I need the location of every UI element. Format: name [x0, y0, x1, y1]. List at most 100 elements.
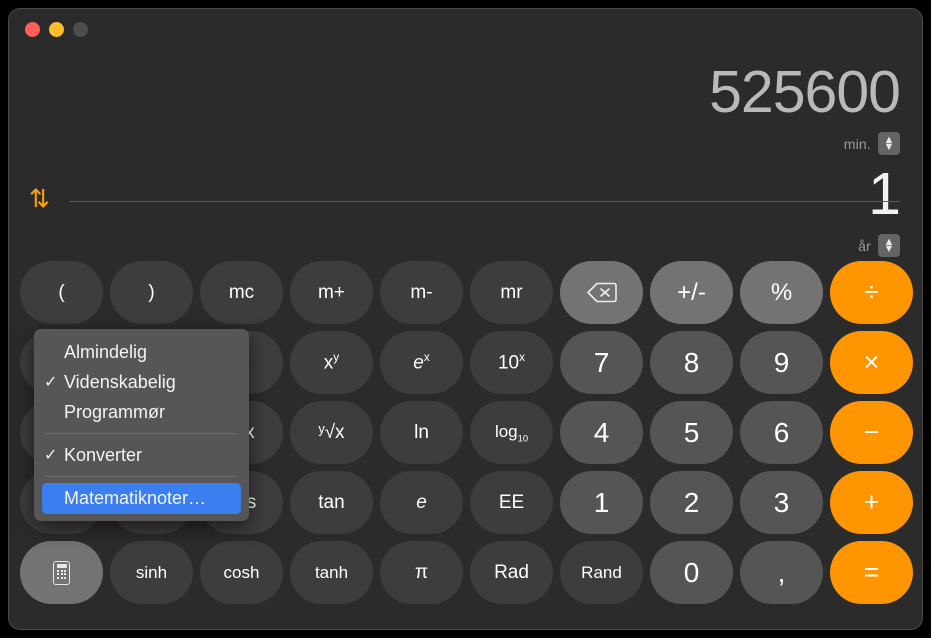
key-tan[interactable]: tan	[290, 471, 373, 534]
menu-item-konverter[interactable]: ✓ Konverter	[34, 440, 249, 470]
key-8[interactable]: 8	[650, 331, 733, 394]
from-unit-label: min.	[843, 135, 871, 152]
key-calculator[interactable]	[20, 541, 103, 604]
key-label: 2	[683, 486, 700, 518]
key-tanh[interactable]: tanh	[290, 541, 373, 604]
to-unit-label: år	[858, 237, 871, 254]
menu-item-label: Videnskabelig	[64, 371, 176, 392]
key-rad[interactable]: Rad	[470, 541, 553, 604]
checkmark-icon: ✓	[44, 447, 58, 464]
key-ee[interactable]: EE	[470, 471, 553, 534]
key-label: Rand	[581, 562, 622, 582]
key-label: +	[863, 487, 880, 517]
key-4[interactable]: 4	[560, 401, 643, 464]
key-pi[interactable]: π	[380, 541, 463, 604]
key-divide[interactable]: ÷	[830, 261, 913, 324]
zoom-button[interactable]	[73, 22, 88, 37]
keypad-row-5: sinh cosh tanh π Rad Rand 0, =	[20, 541, 913, 604]
key-mc[interactable]: mc	[200, 261, 283, 324]
key-label: 4	[593, 416, 610, 448]
key-label: m+	[318, 281, 345, 303]
view-mode-menu[interactable]: Almindelig ✓ Videnskabelig Programmør ✓ Konve…	[34, 329, 249, 521]
key-9[interactable]: 9	[740, 331, 823, 394]
menu-separator	[46, 433, 237, 434]
menu-separator	[46, 476, 237, 477]
key-label: cosh	[223, 562, 260, 582]
key-label: ÷	[864, 277, 879, 307]
swap-row: ⇅	[9, 185, 922, 213]
key-label: ln	[414, 421, 429, 443]
key-yrootx[interactable]: ʸ√x	[290, 401, 373, 464]
key-label: Rad	[494, 561, 529, 583]
key-%[interactable]: %	[740, 261, 823, 324]
key-label: )	[148, 281, 155, 303]
key-e-pow-x[interactable]: ex	[380, 331, 463, 394]
key-log10[interactable]: log10	[470, 401, 553, 464]
to-unit-row: år ▲ ▼	[858, 234, 900, 257]
stepper-down-icon: ▼	[883, 242, 895, 255]
key-label: ex	[413, 350, 430, 374]
key-2[interactable]: 2	[650, 471, 733, 534]
key-label: m-	[410, 281, 433, 303]
key-label: e	[416, 491, 427, 513]
from-unit-stepper[interactable]: ▲ ▼	[878, 132, 900, 155]
key-cosh[interactable]: cosh	[200, 541, 283, 604]
key-label: ,	[777, 556, 786, 588]
menu-item-label: Konverter	[64, 444, 143, 465]
key-10-pow-x[interactable]: 10x	[470, 331, 553, 394]
key-,[interactable]: ,	[740, 541, 823, 604]
key-minus[interactable]: −	[830, 401, 913, 464]
key-backspace[interactable]	[560, 261, 643, 324]
key-label: xy	[323, 350, 340, 374]
calculator-window: 525600 min. ▲ ▼ 1 år ▲ ▼ ⇅ () mc m+ m- …	[8, 8, 923, 630]
key-label: sinh	[135, 562, 168, 582]
key-sinh[interactable]: sinh	[110, 541, 193, 604]
key-label: tan	[318, 491, 345, 513]
key-label: 0	[683, 556, 700, 588]
checkmark-icon: ✓	[44, 374, 58, 391]
to-unit-stepper[interactable]: ▲ ▼	[878, 234, 900, 257]
key-multiply[interactable]: ×	[830, 331, 913, 394]
key-0[interactable]: 0	[650, 541, 733, 604]
key-6[interactable]: 6	[740, 401, 823, 464]
from-unit-row: min. ▲ ▼	[709, 132, 900, 155]
key-label: +/-	[677, 278, 706, 306]
key-label: ×	[863, 347, 880, 377]
menu-item-programm-r[interactable]: Programmør	[34, 397, 249, 427]
key-=[interactable]: =	[830, 541, 913, 604]
key-+--[interactable]: +/-	[650, 261, 733, 324]
key-m+[interactable]: m+	[290, 261, 373, 324]
key-label: mr	[500, 281, 523, 303]
close-button[interactable]	[25, 22, 40, 37]
key-mr[interactable]: mr	[470, 261, 553, 324]
display-area: 525600 min. ▲ ▼ 1 år ▲ ▼ ⇅	[9, 45, 922, 261]
key-1[interactable]: 1	[560, 471, 643, 534]
from-value: 525600	[709, 59, 901, 125]
key-rand[interactable]: Rand	[560, 541, 643, 604]
key-label: ʸ√x	[318, 421, 345, 443]
key-7[interactable]: 7	[560, 331, 643, 394]
key-5[interactable]: 5	[650, 401, 733, 464]
key-label: 7	[593, 346, 610, 378]
backspace-icon	[586, 282, 617, 303]
key-label: 6	[773, 416, 790, 448]
menu-item-almindelig[interactable]: Almindelig	[34, 337, 249, 367]
swap-units-icon[interactable]: ⇅	[29, 187, 50, 212]
key-x-pow-y[interactable]: xy	[290, 331, 373, 394]
key-label: π	[414, 561, 429, 583]
key-x[interactable]: )	[110, 261, 193, 324]
key-m-[interactable]: m-	[380, 261, 463, 324]
key-label: −	[863, 417, 880, 447]
key-3[interactable]: 3	[740, 471, 823, 534]
key-x[interactable]: (	[20, 261, 103, 324]
menu-item-videnskabelig[interactable]: ✓ Videnskabelig	[34, 367, 249, 397]
key-e[interactable]: e	[380, 471, 463, 534]
menu-item-matematiknoter[interactable]: Matematiknoter…	[42, 483, 241, 514]
minimize-button[interactable]	[49, 22, 64, 37]
converter-from-field[interactable]: 525600 min. ▲ ▼	[709, 59, 901, 155]
key-+[interactable]: +	[830, 471, 913, 534]
key-ln[interactable]: ln	[380, 401, 463, 464]
key-label: EE	[498, 491, 525, 513]
key-label: (	[58, 281, 65, 303]
stepper-down-icon: ▼	[883, 140, 895, 153]
